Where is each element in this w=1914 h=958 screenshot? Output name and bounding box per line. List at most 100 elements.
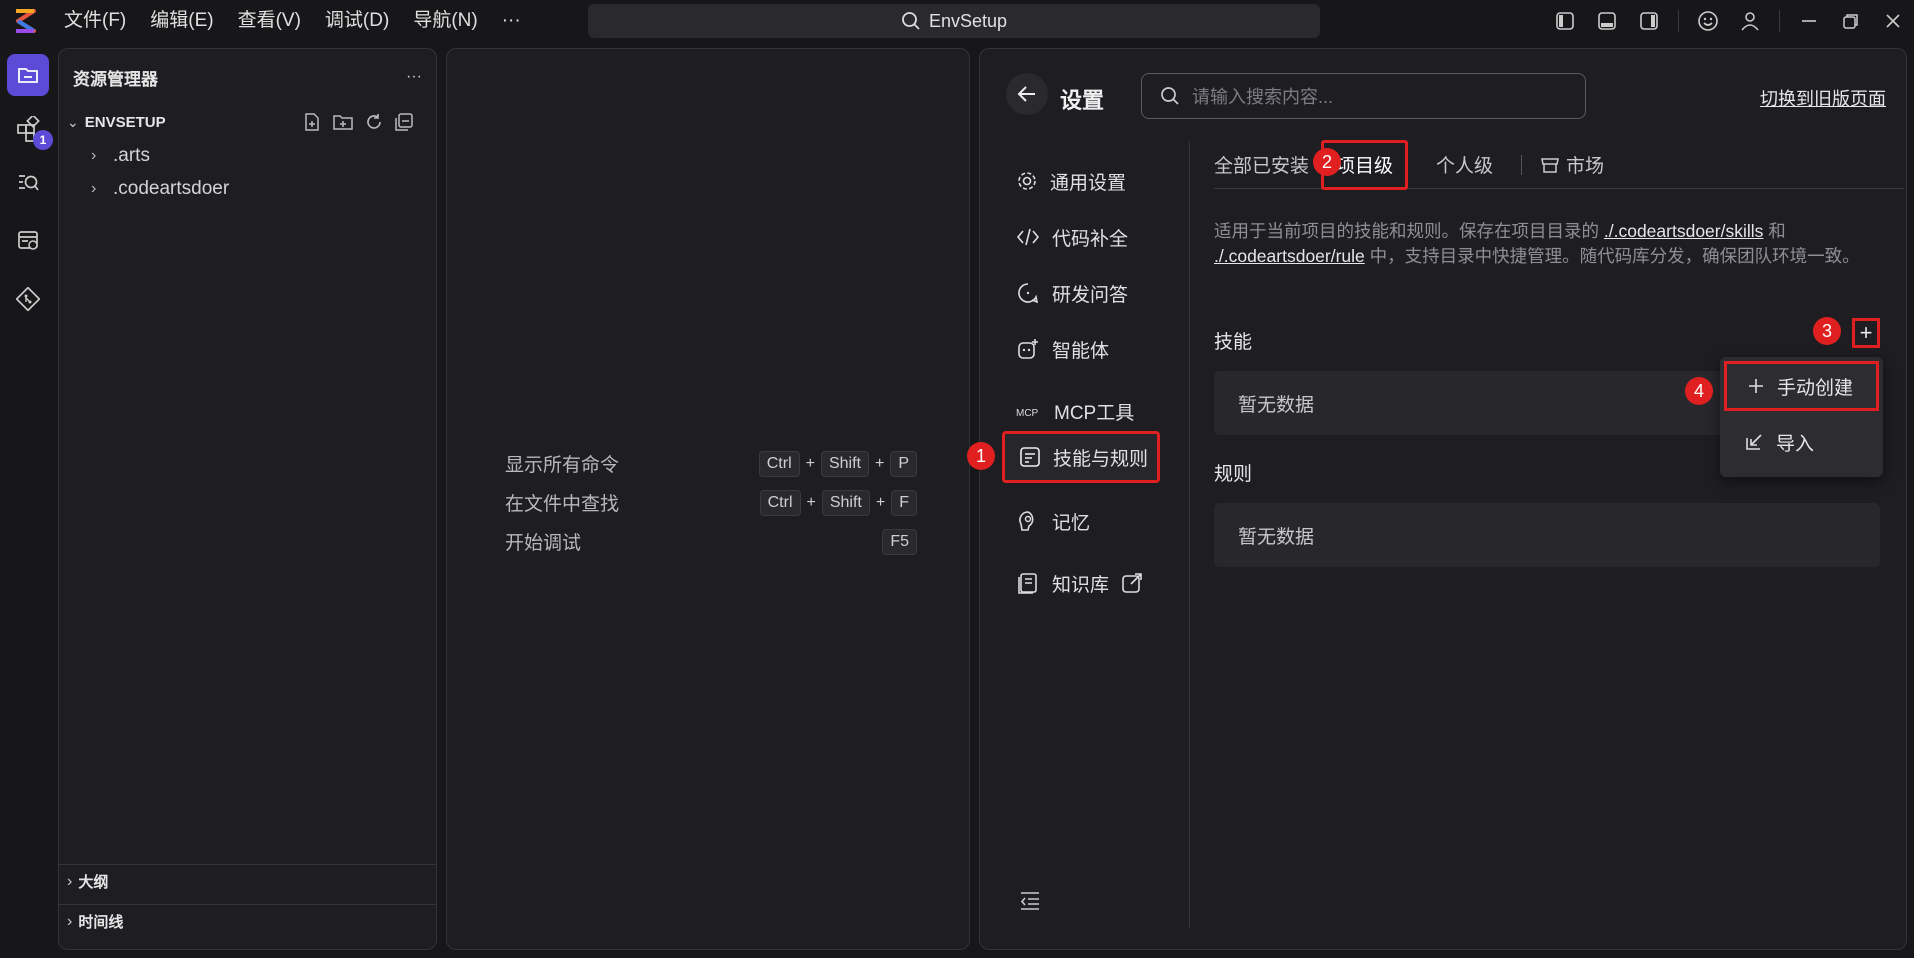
chat-icon [1018,283,1039,304]
rule-path-link[interactable]: ./.codeartsdoer/rule [1214,246,1365,266]
remote-explorer-activity-icon[interactable] [7,220,49,262]
shortcut-row-start-debug[interactable]: 开始调试 F5 [505,522,917,561]
outline-section[interactable]: › 大纲 [59,864,436,898]
code-icon [1016,228,1040,246]
dropdown-label: 导入 [1776,433,1815,455]
toggle-sidebar-icon[interactable] [1544,0,1586,42]
key-cap: F [891,489,917,516]
nav-label: 记忆 [1052,512,1091,534]
rules-title: 规则 [1214,464,1253,485]
nav-memory[interactable]: 记忆 [1002,495,1160,547]
switch-old-page-link[interactable]: 切换到旧版页面 [1760,85,1886,111]
step-marker-1: 1 [967,442,995,470]
tree-item-codeartsdoer[interactable]: › .codeartsdoer [59,172,436,205]
nav-skills-rules[interactable]: 技能与规则 [1002,431,1160,483]
editor-area: 显示所有命令 Ctrl + Shift + P 在文件中查找 Ctrl + Sh… [446,48,970,950]
desc-text-pre: 适用于当前项目的技能和规则。保存在项目目录的 [1214,221,1604,241]
tree-item-label: .codeartsdoer [113,177,230,199]
refresh-icon[interactable] [364,112,384,132]
nav-label: 研发问答 [1052,284,1129,306]
menu-debug[interactable]: 调试(D) [313,0,401,42]
nav-knowledge[interactable]: 知识库 [1002,557,1160,609]
book-icon [1018,573,1037,594]
nav-mcp[interactable]: MCP MCP工具 [1002,385,1160,437]
menu-file[interactable]: 文件(F) [52,0,138,42]
nav-general[interactable]: 通用设置 [1002,155,1160,207]
menu-bar: 文件(F) 编辑(E) 查看(V) 调试(D) 导航(N) ··· [52,0,533,42]
skills-path-link[interactable]: ./.codeartsdoer/skills [1604,221,1764,241]
new-folder-icon[interactable] [332,112,354,132]
key-cap: F5 [882,528,917,555]
menu-view[interactable]: 查看(V) [226,0,313,42]
step-marker-4: 4 [1685,377,1713,405]
tree-item-label: .arts [113,144,150,166]
tab-personal[interactable]: 个人级 [1424,141,1505,189]
desc-text-mid: 和 [1763,221,1786,241]
tab-market[interactable]: 市场 [1522,141,1616,189]
arrow-left-icon [1017,86,1035,102]
nav-code-completion[interactable]: 代码补全 [1002,211,1160,263]
nav-label: 代码补全 [1052,228,1129,250]
timeline-section[interactable]: › 时间线 [59,904,436,938]
manual-create-item[interactable]: 手动创建 [1724,361,1879,411]
explorer-panel: 资源管理器 ··· ⌄ ENVSETUP › .arts › .codearts… [58,48,437,950]
nav-qa[interactable]: 研发问答 [1002,267,1160,319]
back-button[interactable] [1006,73,1048,115]
toggle-ai-panel-icon[interactable] [1628,0,1670,42]
key-plus: + [805,454,815,472]
search-icon [1161,87,1179,105]
explorer-more-button[interactable]: ··· [406,68,422,86]
agent-icon [1018,339,1038,359]
nav-label: MCP工具 [1054,402,1135,424]
settings-search-input[interactable]: 请输入搜索内容... [1141,73,1586,119]
menu-more[interactable]: ··· [490,0,533,42]
store-icon [1541,157,1559,173]
chevron-down-icon: ⌄ [67,113,79,130]
dropdown-label: 手动创建 [1777,377,1854,399]
shortcut-row-show-commands[interactable]: 显示所有命令 Ctrl + Shift + P [505,444,917,483]
shortcut-label: 在文件中查找 [505,494,620,515]
shortcut-row-find-in-files[interactable]: 在文件中查找 Ctrl + Shift + F [505,483,917,522]
import-icon [1746,434,1762,450]
tab-all-installed[interactable]: 全部已安装 [1214,141,1321,189]
command-search[interactable]: EnvSetup [588,4,1320,38]
menu-edit[interactable]: 编辑(E) [138,0,225,42]
tree-item-arts[interactable]: › .arts [59,139,436,172]
new-file-icon[interactable] [302,112,322,132]
brain-icon [1019,511,1034,531]
collapse-nav-icon[interactable] [1018,889,1042,918]
account-icon[interactable] [1729,0,1771,42]
skills-title: 技能 [1214,332,1253,353]
step-marker-2: 2 [1313,148,1341,176]
settings-search-placeholder: 请输入搜索内容... [1192,87,1334,107]
add-skill-button[interactable]: + [1852,318,1880,348]
nav-label: 技能与规则 [1053,448,1149,470]
toggle-panel-icon[interactable] [1586,0,1628,42]
add-dropdown-menu: 手动创建 导入 [1720,357,1883,477]
title-bar: 文件(F) 编辑(E) 查看(V) 调试(D) 导航(N) ··· EnvSet… [0,0,1914,42]
import-item[interactable]: 导入 [1724,417,1879,467]
extensions-activity-icon[interactable]: 1 [7,108,53,150]
plus-icon [1749,379,1763,393]
close-icon[interactable] [1872,0,1914,42]
chevron-right-icon: › [67,912,73,930]
feedback-smile-icon[interactable] [1687,0,1729,42]
menu-navigate[interactable]: 导航(N) [401,0,489,42]
minimize-icon[interactable] [1788,0,1830,42]
list-icon [1020,447,1040,467]
step-marker-3: 3 [1813,317,1841,345]
collapse-all-icon[interactable] [394,112,414,132]
settings-title: 设置 [1060,88,1105,113]
restore-icon[interactable] [1830,0,1872,42]
extensions-badge: 1 [33,130,53,150]
source-control-activity-icon[interactable] [7,278,49,320]
chevron-right-icon: › [67,872,73,890]
app-logo-icon [16,9,36,33]
search-icon [902,12,920,30]
shortcut-list: 显示所有命令 Ctrl + Shift + P 在文件中查找 Ctrl + Sh… [505,444,917,561]
explorer-root-section[interactable]: ⌄ ENVSETUP [59,105,436,139]
nav-label: 知识库 [1052,574,1110,596]
explorer-activity-icon[interactable] [7,54,49,96]
nav-agent[interactable]: 智能体 [1002,323,1160,375]
search-activity-icon[interactable] [7,162,49,204]
